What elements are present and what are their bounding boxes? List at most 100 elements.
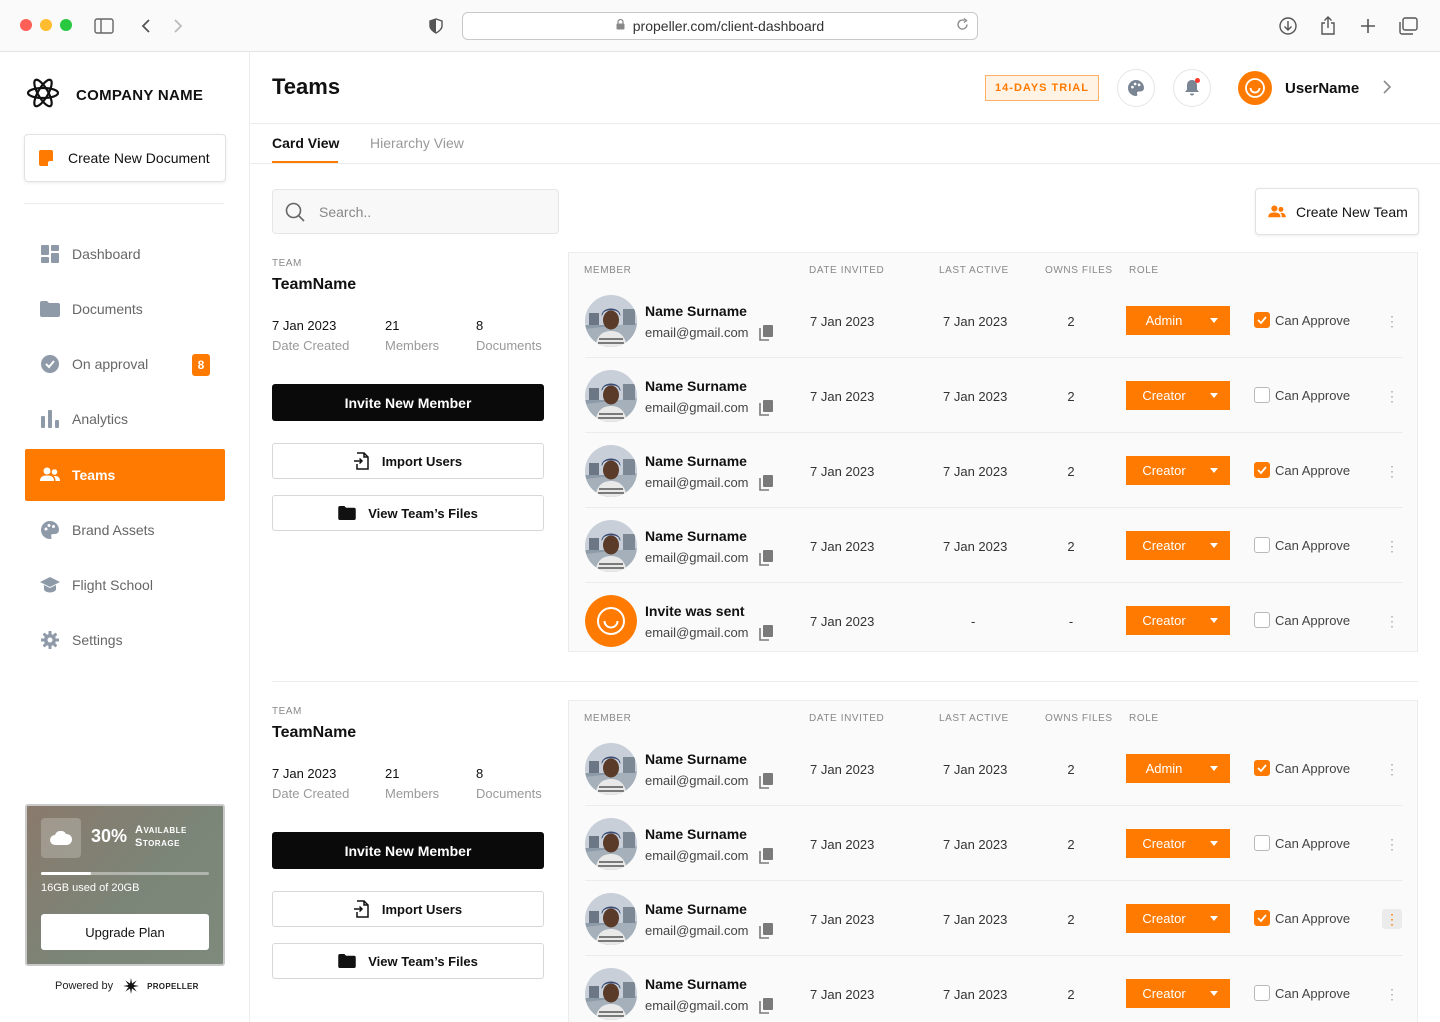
share-icon[interactable] — [1316, 14, 1340, 38]
copy-icon[interactable] — [759, 325, 773, 341]
tabs-overview-icon[interactable] — [1396, 14, 1420, 38]
storage-percent: 30% — [91, 826, 128, 846]
reload-icon[interactable] — [956, 17, 969, 34]
more-options-icon[interactable]: ⋮ — [1382, 386, 1402, 406]
more-options-icon[interactable]: ⋮ — [1382, 909, 1402, 929]
can-approve-checkbox[interactable]: Can Approve — [1254, 462, 1350, 478]
invite-new-member-button[interactable]: Invite New Member — [272, 384, 544, 421]
sidebar-item-analytics[interactable]: Analytics — [25, 393, 225, 445]
minimize-window-dot[interactable] — [40, 19, 52, 31]
role-dropdown[interactable]: Creator — [1126, 381, 1230, 410]
new-tab-icon[interactable] — [1356, 14, 1380, 38]
more-options-icon[interactable]: ⋮ — [1382, 611, 1402, 631]
role-dropdown[interactable]: Creator — [1126, 531, 1230, 560]
role-dropdown[interactable]: Creator — [1126, 456, 1230, 485]
more-options-icon[interactable]: ⋮ — [1382, 461, 1402, 481]
more-options-icon[interactable]: ⋮ — [1382, 311, 1402, 331]
can-approve-checkbox[interactable]: Can Approve — [1254, 537, 1350, 553]
user-avatar[interactable] — [1238, 71, 1272, 105]
copy-icon[interactable] — [759, 773, 773, 789]
powered-by: Powered by PROPELLER — [55, 978, 199, 994]
trial-badge[interactable]: 14-DAYS TRIAL — [985, 75, 1099, 101]
upgrade-plan-button[interactable]: Upgrade Plan — [41, 914, 209, 950]
more-options-icon[interactable]: ⋮ — [1382, 834, 1402, 854]
sidebar-item-label: Teams — [72, 467, 116, 483]
tab-hierarchy-view[interactable]: Hierarchy View — [370, 135, 464, 151]
copy-icon[interactable] — [759, 625, 773, 641]
member-name: Name Surname — [645, 378, 747, 394]
tab-card-view[interactable]: Card View — [272, 135, 339, 151]
copy-icon[interactable] — [759, 998, 773, 1014]
role-dropdown[interactable]: Creator — [1126, 979, 1230, 1008]
forward-icon[interactable] — [166, 14, 190, 38]
caret-down-icon — [1210, 468, 1218, 473]
caret-down-icon — [1210, 618, 1218, 623]
member-row: Name Surname email@gmail.com 7 Jan 2023 … — [585, 956, 1403, 1022]
search-box[interactable] — [272, 189, 559, 234]
sidebar-item-on-approval[interactable]: On approval 8 — [25, 338, 225, 390]
more-options-icon[interactable]: ⋮ — [1382, 759, 1402, 779]
sidebar-toggle-icon[interactable] — [92, 14, 116, 38]
invite-new-member-button[interactable]: Invite New Member — [272, 832, 544, 869]
copy-icon[interactable] — [759, 475, 773, 491]
more-options-icon[interactable]: ⋮ — [1382, 536, 1402, 556]
role-dropdown[interactable]: Creator — [1126, 829, 1230, 858]
theme-button[interactable] — [1117, 69, 1155, 107]
sidebar-item-teams[interactable]: Teams — [25, 449, 225, 501]
sidebar-item-documents[interactable]: Documents — [25, 283, 225, 335]
people-icon — [40, 465, 60, 485]
role-dropdown[interactable]: Admin — [1126, 754, 1230, 783]
more-options-icon[interactable]: ⋮ — [1382, 984, 1402, 1004]
chevron-right-icon[interactable] — [1382, 78, 1392, 101]
member-email: email@gmail.com — [645, 773, 749, 788]
team-documents-count: 8 Documents — [476, 766, 542, 801]
role-label: Creator — [1142, 986, 1186, 1001]
close-window-dot[interactable] — [20, 19, 32, 31]
copy-icon[interactable] — [759, 400, 773, 416]
caret-down-icon — [1210, 916, 1218, 921]
can-approve-checkbox[interactable]: Can Approve — [1254, 612, 1350, 628]
can-approve-checkbox[interactable]: Can Approve — [1254, 910, 1350, 926]
import-users-label: Import Users — [381, 453, 463, 469]
graduation-cap-icon — [40, 575, 60, 595]
browser-toolbar: propeller.com/client-dashboard — [0, 0, 1440, 52]
member-row: Invite was sent email@gmail.com 7 Jan 20… — [585, 583, 1403, 658]
role-dropdown[interactable]: Creator — [1126, 606, 1230, 635]
can-approve-label: Can Approve — [1275, 985, 1351, 1001]
notifications-button[interactable] — [1173, 69, 1211, 107]
can-approve-checkbox[interactable]: Can Approve — [1254, 835, 1350, 851]
maximize-window-dot[interactable] — [60, 19, 72, 31]
sidebar-item-brand-assets[interactable]: Brand Assets — [25, 504, 225, 556]
sidebar-item-flight-school[interactable]: Flight School — [25, 559, 225, 611]
can-approve-checkbox[interactable]: Can Approve — [1254, 387, 1350, 403]
back-icon[interactable] — [134, 14, 158, 38]
view-team-files-button[interactable]: View Team’s Files — [272, 943, 544, 979]
import-users-button[interactable]: Import Users — [272, 443, 544, 479]
owns-files: 2 — [1067, 837, 1075, 852]
can-approve-checkbox[interactable]: Can Approve — [1254, 985, 1350, 1001]
pending-invite-avatar — [585, 595, 637, 647]
create-new-team-button[interactable]: Create New Team — [1255, 188, 1419, 235]
user-name[interactable]: UserName — [1285, 80, 1359, 97]
can-approve-checkbox[interactable]: Can Approve — [1254, 312, 1350, 328]
address-bar[interactable]: propeller.com/client-dashboard — [462, 12, 978, 40]
role-dropdown[interactable]: Admin — [1126, 306, 1230, 335]
copy-icon[interactable] — [759, 923, 773, 939]
column-header-member: MEMBER — [584, 265, 632, 276]
copy-icon[interactable] — [759, 848, 773, 864]
create-new-document-button[interactable]: Create New Document — [24, 134, 226, 182]
role-dropdown[interactable]: Creator — [1126, 904, 1230, 933]
last-active: 7 Jan 2023 — [943, 389, 1008, 404]
can-approve-checkbox[interactable]: Can Approve — [1254, 760, 1350, 776]
import-users-button[interactable]: Import Users — [272, 891, 544, 927]
download-icon[interactable] — [1276, 14, 1300, 38]
sidebar-item-settings[interactable]: Settings — [25, 614, 225, 666]
copy-icon[interactable] — [759, 550, 773, 566]
view-team-files-button[interactable]: View Team’s Files — [272, 495, 544, 531]
search-input[interactable] — [319, 203, 519, 220]
last-active: 7 Jan 2023 — [943, 837, 1008, 852]
sidebar-item-dashboard[interactable]: Dashboard — [25, 228, 225, 280]
brand[interactable]: COMPANY NAME — [26, 78, 203, 113]
shield-icon[interactable] — [424, 14, 448, 38]
available-storage-label: Available Storage — [135, 824, 187, 849]
